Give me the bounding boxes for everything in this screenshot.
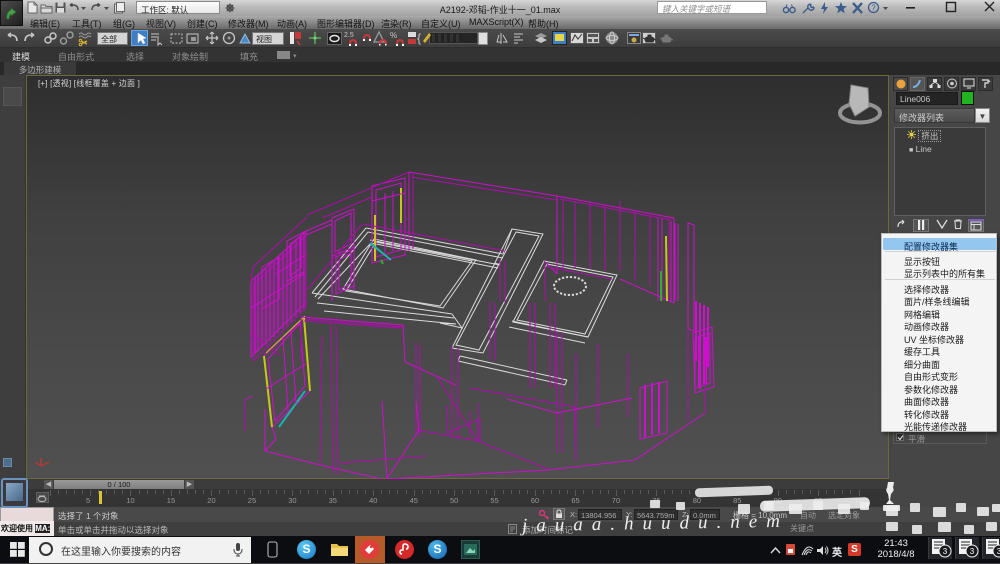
svg-text:%: %	[390, 31, 397, 40]
svg-text:3: 3	[943, 547, 948, 556]
svg-text:?: ?	[871, 3, 876, 12]
svg-text:3: 3	[970, 547, 975, 556]
svg-text:2.5: 2.5	[344, 32, 354, 39]
svg-text:{: {	[417, 31, 421, 45]
